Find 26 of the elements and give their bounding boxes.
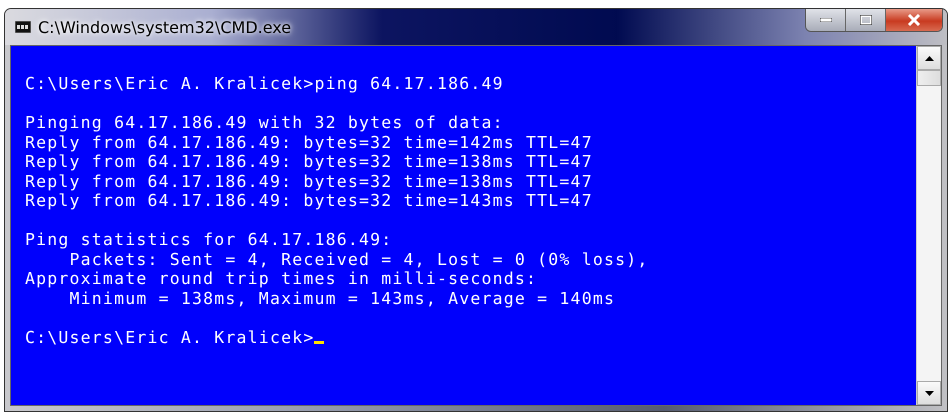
window-title: C:\Windows\system32\CMD.exe <box>38 18 292 36</box>
close-icon <box>907 14 921 26</box>
scroll-up-button[interactable] <box>917 46 941 70</box>
console-line: Minimum = 138ms, Maximum = 143ms, Average = 140ms <box>68 288 616 308</box>
scroll-down-button[interactable] <box>917 381 941 405</box>
terminal-icon <box>15 21 31 33</box>
console-line: Approximate round trip times in milli-seconds: <box>25 269 538 288</box>
console-line: C:\Users\Eric A. Kralicek>ping 64.17.186.49 <box>25 74 505 94</box>
console-line: Pinging 64.17.186.49 with 32 bytes of data: <box>25 113 505 132</box>
maximize-button[interactable] <box>846 9 886 31</box>
vertical-scrollbar[interactable] <box>916 46 941 405</box>
minimize-icon <box>820 18 832 22</box>
down-arrow-icon <box>924 390 934 396</box>
console-line: Reply from 64.17.186.49: bytes=32 time=138ms TTL=47 <box>25 152 594 172</box>
close-button[interactable] <box>886 9 942 31</box>
console-line: Reply from 64.17.186.49: bytes=32 time=138ms TTL=47 <box>25 172 594 191</box>
maximize-icon <box>860 15 872 25</box>
console-line: Ping statistics for 64.17.186.49: <box>25 230 394 250</box>
console-line: Reply from 64.17.186.49: bytes=32 time=143ms TTL=47 <box>25 191 594 210</box>
up-arrow-icon <box>924 56 934 60</box>
text-cursor <box>314 341 324 344</box>
console-line: Reply from 64.17.186.49: bytes=32 time=142ms TTL=47 <box>25 132 594 152</box>
scrollbar-thumb[interactable] <box>917 70 941 86</box>
console-line: Packets: Sent = 4, Received = 4, Lost = 0 (0% loss), <box>68 250 650 269</box>
command-prompt: C:\Users\Eric A. Kralicek> <box>25 328 314 347</box>
minimize-button[interactable] <box>806 9 846 31</box>
